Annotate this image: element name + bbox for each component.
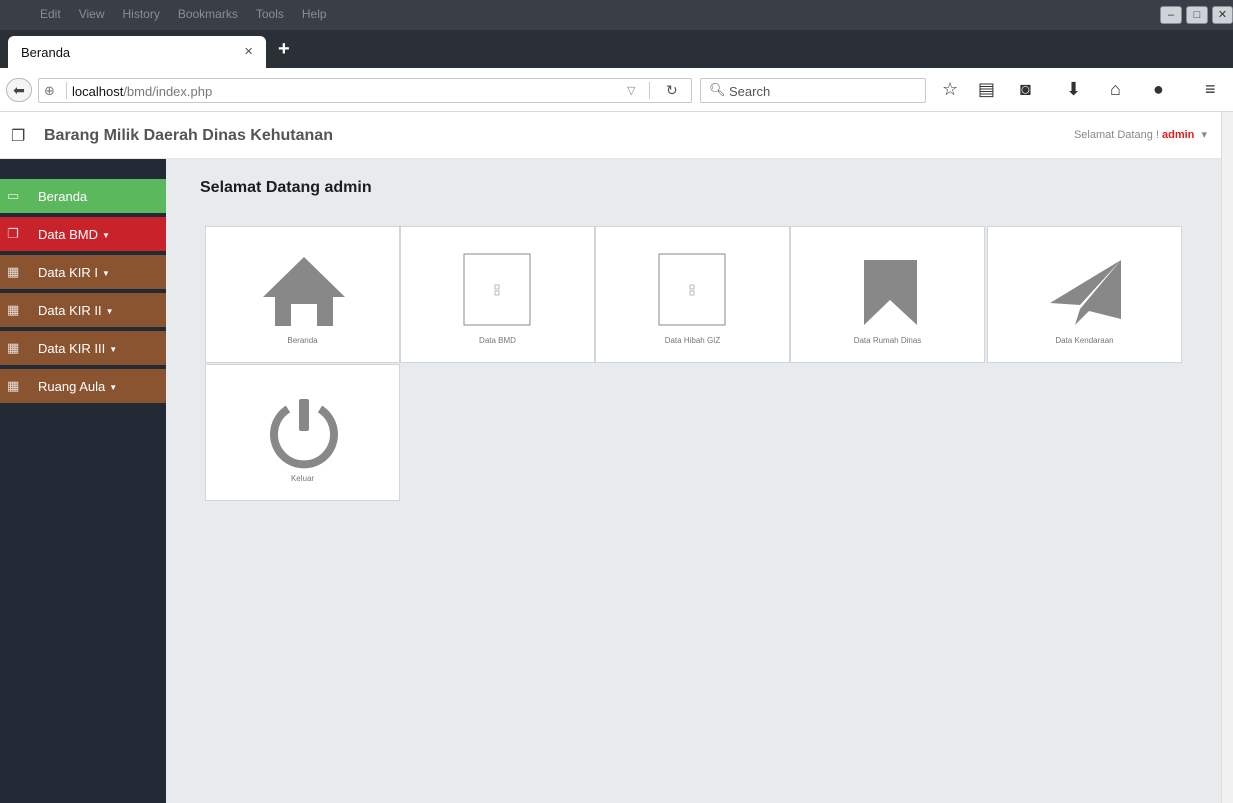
search-input[interactable] — [729, 82, 919, 100]
pocket-icon[interactable]: ◙ — [1020, 79, 1031, 99]
search-icon: 🔍︎ — [709, 82, 726, 97]
sidebar-item-ruang-aula[interactable]: ▦ Ruang Aula ▼ — [0, 369, 166, 403]
menu-view[interactable]: View — [79, 7, 105, 21]
sidebar-item-label: Beranda — [38, 189, 88, 204]
home-browser-icon[interactable]: ⌂ — [1110, 79, 1121, 99]
main-content: Selamat Datang admin Beranda Data BMD Da… — [166, 159, 1221, 803]
scrollbar[interactable] — [1221, 112, 1233, 803]
tile-label: Data Hibah GIZ — [664, 336, 721, 345]
maximize-button[interactable]: □ — [1186, 6, 1208, 24]
back-button[interactable]: ⬅ — [6, 78, 32, 102]
sidebar-item-label: Ruang Aula ▼ — [38, 379, 118, 394]
tile-label: Data Rumah Dinas — [853, 336, 922, 345]
tab-title: Beranda — [21, 45, 71, 60]
tile-beranda[interactable]: Beranda — [205, 226, 400, 363]
sidebar: ▭ Beranda ❐ Data BMD ▼ ▦ Data KIR I ▼ ▦ Da… — [0, 159, 166, 803]
search-bar[interactable]: 🔍︎ — [700, 78, 926, 103]
globe-icon: ⊕ — [44, 83, 55, 98]
hamburger-menu-icon[interactable]: ≡ — [1205, 79, 1216, 99]
chat-icon[interactable]: ● — [1153, 79, 1164, 99]
copy-icon: ❐ — [7, 226, 19, 241]
caret-down-icon: ▼ — [109, 345, 118, 354]
tile-label: Data BMD — [479, 336, 516, 345]
url-separator-2 — [649, 82, 650, 99]
sidebar-item-label: Data KIR III ▼ — [38, 341, 118, 356]
app-header: ❐ Barang Milik Daerah Dinas Kehutanan Se… — [0, 112, 1233, 159]
sidebar-item-beranda[interactable]: ▭ Beranda — [0, 179, 166, 213]
tab-beranda[interactable]: Beranda × — [8, 36, 266, 68]
chevron-down-icon: ▾ — [1201, 129, 1207, 141]
bookmark-star-icon[interactable]: ☆ — [942, 79, 958, 99]
url-text: localhost/bmd/index.php — [72, 84, 212, 99]
copy-logo-icon: ❐ — [11, 128, 26, 145]
sidebar-item-label: Data BMD ▼ — [38, 227, 110, 242]
browser-menu: Edit View History Bookmarks Tools Help — [40, 7, 327, 21]
sidebar-item-data-bmd[interactable]: ❐ Data BMD ▼ — [0, 217, 166, 251]
tab-strip: Beranda × + — [0, 30, 1233, 68]
tab-close-icon[interactable]: × — [244, 43, 253, 60]
back-arrow-icon: ⬅ — [13, 82, 25, 98]
table-icon: ▦ — [7, 378, 20, 393]
sidebar-item-data-kir-3[interactable]: ▦ Data KIR III ▼ — [0, 331, 166, 365]
tile-label: Beranda — [287, 336, 318, 345]
menu-edit[interactable]: Edit — [40, 7, 61, 21]
tile-label: Data Kendaraan — [1055, 336, 1114, 345]
menu-history[interactable]: History — [122, 7, 159, 21]
close-window-button[interactable]: ✕ — [1212, 6, 1233, 24]
minimize-button[interactable]: – — [1160, 6, 1182, 24]
tile-label: Keluar — [290, 474, 315, 483]
new-tab-button[interactable]: + — [278, 39, 290, 59]
tile-data-bmd[interactable]: Data BMD — [400, 226, 595, 363]
caret-down-icon: ▼ — [105, 307, 114, 316]
table-icon: ▦ — [7, 340, 20, 355]
page-title: Selamat Datang admin — [200, 179, 372, 196]
caret-down-icon: ▼ — [101, 269, 110, 278]
table-icon: ▦ — [7, 302, 20, 317]
menu-tools[interactable]: Tools — [256, 7, 284, 21]
table-icon: ▦ — [7, 264, 20, 279]
url-bar[interactable]: ⊕ localhost/bmd/index.php ▽ ↻ — [38, 78, 692, 103]
sidebar-item-label: Data KIR I ▼ — [38, 265, 110, 280]
tile-data-hibah-giz[interactable]: Data Hibah GIZ — [595, 226, 790, 363]
url-dropdown-icon[interactable]: ▽ — [627, 84, 635, 97]
user-menu[interactable]: Selamat Datang ! admin ▾ — [1074, 128, 1207, 141]
sidebar-item-label: Data KIR II ▼ — [38, 303, 114, 318]
url-host: localhost — [72, 84, 124, 99]
browser-menubar: Edit View History Bookmarks Tools Help –… — [0, 0, 1233, 30]
navigation-bar: ⬅ ⊕ localhost/bmd/index.php ▽ ↻ 🔍︎ ☆ ▤ ◙… — [0, 68, 1233, 112]
menu-help[interactable]: Help — [302, 7, 327, 21]
reading-list-icon[interactable]: ▤ — [978, 79, 995, 99]
sidebar-item-data-kir-2[interactable]: ▦ Data KIR II ▼ — [0, 293, 166, 327]
tile-keluar[interactable]: Keluar — [205, 364, 400, 501]
welcome-text: Selamat Datang ! — [1073, 129, 1159, 141]
caret-down-icon: ▼ — [101, 231, 110, 240]
laptop-icon: ▭ — [7, 188, 20, 203]
sidebar-item-data-kir-1[interactable]: ▦ Data KIR I ▼ — [0, 255, 166, 289]
menu-bookmarks[interactable]: Bookmarks — [178, 7, 238, 21]
tile-data-kendaraan[interactable]: Data Kendaraan — [987, 226, 1182, 363]
url-path: /bmd/index.php — [123, 84, 213, 99]
url-separator — [66, 82, 67, 99]
username: admin — [1162, 129, 1195, 141]
caret-down-icon: ▼ — [109, 383, 118, 392]
tile-data-rumah-dinas[interactable]: Data Rumah Dinas — [790, 226, 985, 363]
download-icon[interactable]: ⬇ — [1066, 79, 1081, 99]
app-title[interactable]: Barang Milik Daerah Dinas Kehutanan — [44, 127, 333, 145]
reload-icon[interactable]: ↻ — [666, 82, 678, 99]
